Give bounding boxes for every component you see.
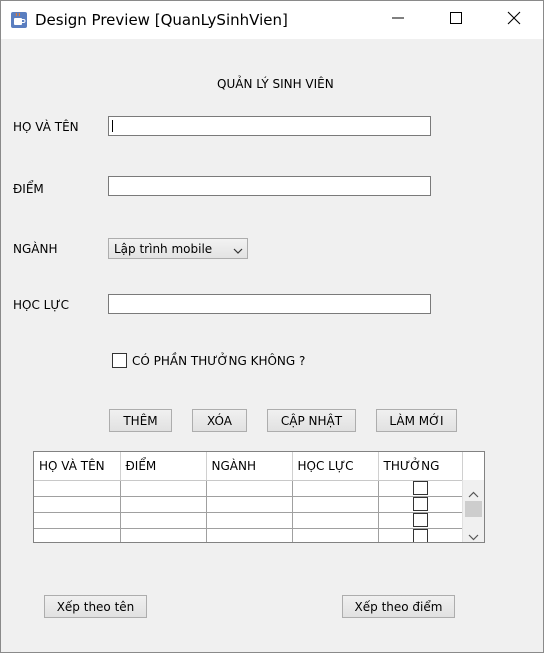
table-cell[interactable] [120, 512, 207, 529]
table-cell[interactable] [120, 480, 207, 497]
scrollbar-thumb[interactable] [465, 501, 482, 517]
name-input[interactable] [108, 116, 431, 136]
title-bar[interactable]: Design Preview [QuanLySinhVien] [1, 1, 543, 39]
table-cell[interactable] [206, 480, 293, 497]
rank-label: HỌC LỰC [13, 298, 70, 312]
table-cell[interactable] [292, 480, 379, 497]
name-label: HỌ VÀ TÊN [13, 120, 79, 134]
row-checkbox[interactable] [412, 513, 428, 527]
reward-cell[interactable] [378, 512, 463, 529]
table-cell[interactable] [292, 528, 379, 542]
column-header-major[interactable]: NGÀNH [206, 452, 293, 481]
table-cell[interactable] [34, 528, 121, 542]
window-title: Design Preview [QuanLySinhVien] [35, 11, 288, 29]
chevron-down-icon[interactable] [468, 528, 479, 542]
chevron-down-icon [233, 244, 243, 258]
table-cell[interactable] [206, 512, 293, 529]
close-button[interactable] [485, 1, 543, 39]
maximize-button[interactable] [427, 1, 485, 39]
column-header-rank[interactable]: HỌC LỰC [292, 452, 379, 481]
java-coffee-icon [10, 11, 28, 29]
reward-cell[interactable] [378, 496, 463, 513]
table-cell[interactable] [34, 496, 121, 513]
table-cell[interactable] [34, 480, 121, 497]
column-header-name[interactable]: HỌ VÀ TÊN [34, 452, 121, 481]
score-input[interactable] [108, 176, 431, 196]
text-caret [112, 120, 113, 132]
form-panel: QUẢN LÝ SINH VIÊN HỌ VÀ TÊN ĐIỂM NGÀNH L… [1, 39, 543, 652]
reward-checkbox[interactable] [112, 353, 127, 368]
table-cell[interactable] [120, 528, 207, 542]
reward-checkbox-label[interactable]: CÓ PHẦN THƯỞNG KHÔNG ? [132, 354, 305, 368]
row-checkbox[interactable] [412, 497, 428, 511]
row-checkbox[interactable] [412, 529, 428, 542]
table-cell[interactable] [292, 496, 379, 513]
table-row[interactable] [34, 512, 463, 529]
reward-cell[interactable] [378, 480, 463, 497]
minimize-button[interactable] [369, 1, 427, 39]
student-grid: HỌ VÀ TÊN ĐIỂM NGÀNH HỌC LỰC THƯỞNG [34, 452, 463, 542]
table-cell[interactable] [206, 528, 293, 542]
table-row[interactable] [34, 496, 463, 513]
delete-button[interactable]: XÓA [192, 409, 247, 432]
app-window: Design Preview [QuanLySinhVien] QUẢN LÝ … [0, 0, 544, 653]
major-label: NGÀNH [13, 242, 58, 256]
major-select[interactable]: Lập trình mobile [108, 238, 248, 259]
column-header-score[interactable]: ĐIỂM [120, 452, 207, 481]
page-title: QUẢN LÝ SINH VIÊN [217, 77, 334, 91]
table-cell[interactable] [34, 512, 121, 529]
table-row[interactable] [34, 480, 463, 497]
table-cell[interactable] [292, 512, 379, 529]
add-button[interactable]: THÊM [109, 409, 172, 432]
table-header-row: HỌ VÀ TÊN ĐIỂM NGÀNH HỌC LỰC THƯỞNG [34, 452, 463, 481]
close-icon [507, 11, 521, 30]
score-label: ĐIỂM [13, 182, 44, 196]
maximize-icon [450, 11, 462, 29]
table-row[interactable] [34, 528, 463, 542]
row-checkbox[interactable] [412, 481, 428, 495]
minimize-icon [392, 11, 404, 29]
major-select-value: Lập trình mobile [114, 242, 213, 256]
student-table[interactable]: HỌ VÀ TÊN ĐIỂM NGÀNH HỌC LỰC THƯỞNG [33, 451, 485, 543]
update-button[interactable]: CẬP NHẬT [267, 409, 356, 432]
sort-by-score-button[interactable]: Xếp theo điểm [342, 595, 455, 618]
table-scrollbar[interactable] [462, 480, 484, 542]
reset-button[interactable]: LÀM MỚI [376, 409, 457, 432]
table-cell[interactable] [206, 496, 293, 513]
reward-cell[interactable] [378, 528, 463, 542]
sort-by-name-button[interactable]: Xếp theo tên [44, 595, 147, 618]
column-header-reward[interactable]: THƯỞNG [378, 452, 463, 481]
rank-input[interactable] [108, 294, 431, 314]
table-cell[interactable] [120, 496, 207, 513]
